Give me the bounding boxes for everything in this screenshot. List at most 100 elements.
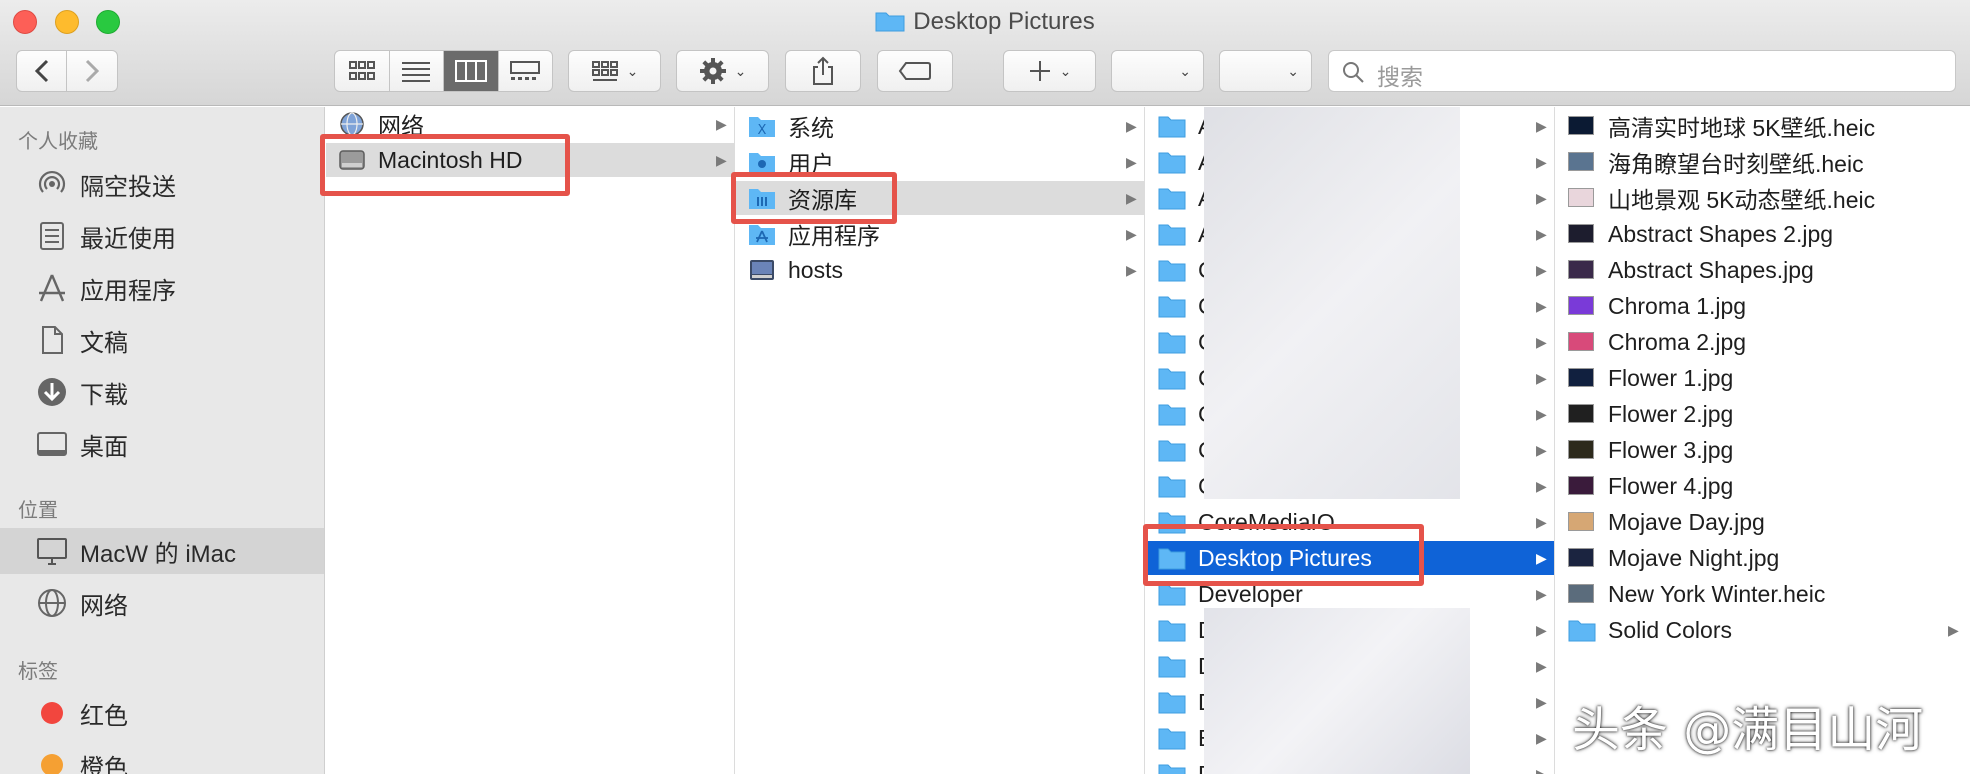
gallery-view-button[interactable] [499, 51, 553, 91]
applications-folder-icon [749, 225, 775, 245]
item-label: Mojave Day.jpg [1608, 508, 1765, 535]
chevron-left-icon [34, 59, 48, 83]
sidebar-item-tag-orange[interactable]: 橙色 [0, 742, 324, 774]
item-label: 网络 [378, 113, 424, 139]
list-item-image[interactable]: Flower 1.jpg [1556, 361, 1970, 395]
list-item-image[interactable]: Chroma 1.jpg [1556, 289, 1970, 323]
item-label: Solid Colors [1608, 616, 1732, 643]
list-item-network[interactable]: 网络 ▶ [326, 107, 734, 141]
search-field[interactable]: 搜索 [1328, 50, 1956, 92]
list-item-image[interactable]: Mojave Day.jpg [1556, 505, 1970, 539]
folder-icon [1158, 656, 1186, 678]
toolbar-popup-2[interactable]: ⌄ [1219, 50, 1312, 92]
list-item-image[interactable]: Mojave Night.jpg [1556, 541, 1970, 575]
disclosure-arrow-icon: ▶ [1536, 730, 1547, 746]
gear-icon [699, 58, 726, 84]
recents-icon [40, 222, 64, 250]
folder-icon [1158, 764, 1186, 774]
column-view-button[interactable] [444, 51, 499, 91]
download-icon [38, 378, 66, 406]
redacted-area [1204, 107, 1460, 499]
disclosure-arrow-icon: ▶ [1536, 334, 1547, 350]
sidebar-item-tag-red[interactable]: 红色 [0, 690, 324, 736]
sidebar-item-label: 下载 [80, 381, 128, 409]
disclosure-arrow-icon: ▶ [1536, 298, 1547, 314]
list-item-folder[interactable]: Solid Colors ▶ [1556, 613, 1970, 647]
folder-icon [1158, 512, 1186, 534]
window-title-text: Desktop Pictures [913, 8, 1095, 35]
watermark: 头条 @满目山河 [1572, 702, 1924, 758]
item-label: Abstract Shapes 2.jpg [1608, 220, 1834, 247]
sidebar-heading-locations: 位置 [18, 500, 58, 522]
icon-view-button[interactable] [335, 51, 390, 91]
list-item[interactable]: Developer ▶ [1146, 577, 1554, 611]
list-item-image[interactable]: Flower 3.jpg [1556, 433, 1970, 467]
sidebar-item-applications[interactable]: 应用程序 [0, 265, 324, 311]
disclosure-arrow-icon: ▶ [1536, 226, 1547, 242]
share-icon [813, 56, 833, 85]
globe-icon [38, 589, 66, 617]
sidebar-item-downloads[interactable]: 下载 [0, 369, 324, 415]
sidebar-item-airdrop[interactable]: 隔空投送 [0, 161, 324, 207]
list-view-button[interactable] [390, 51, 444, 91]
tag-icon [898, 62, 931, 80]
disclosure-arrow-icon: ▶ [1536, 478, 1547, 494]
list-item-macintosh-hd[interactable]: Macintosh HD ▶ [326, 143, 734, 177]
sidebar-item-network[interactable]: 网络 [0, 580, 324, 626]
add-button[interactable]: ⌄ [1003, 50, 1096, 92]
chevron-right-icon [85, 59, 99, 83]
image-thumbnail-icon [1568, 224, 1594, 243]
disclosure-arrow-icon: ▶ [1536, 622, 1547, 638]
share-button[interactable] [785, 50, 861, 92]
item-label: Abstract Shapes.jpg [1608, 256, 1814, 283]
chevron-down-icon: ⌄ [626, 62, 639, 79]
window-title: Desktop Pictures [0, 8, 1970, 36]
hard-drive-icon [339, 150, 365, 170]
list-item-users[interactable]: 用户 ▶ [736, 145, 1144, 179]
image-thumbnail-icon [1568, 188, 1594, 207]
disclosure-arrow-icon: ▶ [1536, 190, 1547, 206]
image-thumbnail-icon [1568, 440, 1594, 459]
list-item-image[interactable]: Abstract Shapes 2.jpg [1556, 217, 1970, 251]
column-2: X 系统 ▶ 用户 ▶ 资源库 ▶ 应用程序 ▶ hosts ▶ [736, 107, 1145, 774]
list-item-image[interactable]: Flower 4.jpg [1556, 469, 1970, 503]
list-item-image[interactable]: 高清实时地球 5K壁纸.heic [1556, 109, 1970, 143]
forward-button[interactable] [67, 51, 117, 91]
list-item-hosts[interactable]: hosts ▶ [736, 253, 1144, 287]
list-item-image[interactable]: Abstract Shapes.jpg [1556, 253, 1970, 287]
list-item-image[interactable]: Flower 2.jpg [1556, 397, 1970, 431]
list-item[interactable]: Desktop Pictures ▶ [1146, 541, 1554, 575]
finder-window: Desktop Pictures ⌄ ⌄ ⌄ ⌄ ⌄ 搜索 个人收藏 隔空投送 … [0, 0, 1970, 774]
list-item-system[interactable]: X 系统 ▶ [736, 109, 1144, 143]
list-item-image[interactable]: 山地景观 5K动态壁纸.heic [1556, 181, 1970, 215]
disclosure-arrow-icon: ▶ [1536, 442, 1547, 458]
tags-button[interactable] [877, 50, 953, 92]
disclosure-arrow-icon: ▶ [1536, 658, 1547, 674]
disclosure-arrow-icon: ▶ [1536, 514, 1547, 530]
sidebar-item-desktop[interactable]: 桌面 [0, 421, 324, 467]
toolbar-popup-1[interactable]: ⌄ [1111, 50, 1204, 92]
list-item-library[interactable]: 资源库 ▶ [736, 181, 1144, 215]
disclosure-arrow-icon: ▶ [1126, 226, 1137, 242]
list-item-image[interactable]: New York Winter.heic [1556, 577, 1970, 611]
action-menu-button[interactable]: ⌄ [676, 50, 769, 92]
list-item-image[interactable]: Chroma 2.jpg [1556, 325, 1970, 359]
image-thumbnail-icon [1568, 152, 1594, 171]
list-item-applications[interactable]: 应用程序 ▶ [736, 217, 1144, 251]
item-label: CoreMediaIO [1198, 508, 1335, 535]
group-by-button[interactable]: ⌄ [568, 50, 661, 92]
back-button[interactable] [17, 51, 67, 91]
item-label: New York Winter.heic [1608, 580, 1826, 607]
list-item-image[interactable]: 海角瞭望台时刻壁纸.heic [1556, 145, 1970, 179]
disclosure-arrow-icon: ▶ [1536, 370, 1547, 386]
disclosure-arrow-icon: ▶ [716, 152, 727, 168]
disclosure-arrow-icon: ▶ [1126, 262, 1137, 278]
chevron-down-icon: ⌄ [1287, 62, 1299, 79]
tag-dot-icon [41, 702, 63, 724]
folder-icon [1158, 692, 1186, 714]
sidebar-item-recents[interactable]: 最近使用 [0, 213, 324, 259]
search-placeholder: 搜索 [1377, 64, 1423, 90]
list-item[interactable]: CoreMediaIO ▶ [1146, 505, 1554, 539]
sidebar-item-imac[interactable]: MacW 的 iMac [0, 528, 324, 574]
sidebar-item-documents[interactable]: 文稿 [0, 317, 324, 363]
